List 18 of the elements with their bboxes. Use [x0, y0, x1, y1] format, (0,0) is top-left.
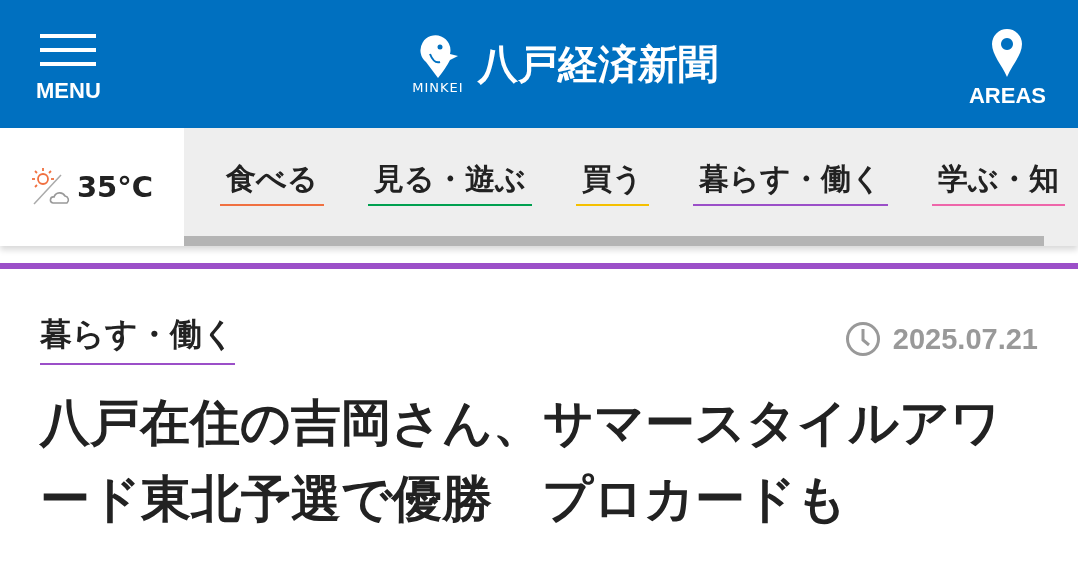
nav-tab[interactable]: 見る・遊ぶ — [368, 162, 532, 206]
nav-tab[interactable]: 食べる — [220, 162, 324, 206]
nav-tab[interactable]: 暮らす・働く — [693, 162, 888, 206]
nav-tab[interactable]: 学ぶ・知 — [932, 162, 1065, 206]
menu-button[interactable]: MENU — [36, 34, 101, 104]
article-title: 八戸在住の吉岡さん、サマースタイルアワード東北予選で優勝 プロカードも — [40, 393, 1002, 530]
category-link[interactable]: 暮らす・働く — [40, 313, 235, 365]
location-pin-icon — [992, 29, 1023, 77]
menu-icon — [40, 34, 97, 66]
site-logo[interactable]: MINKEI 八戸経済新聞 — [412, 33, 718, 95]
temperature: 35°C — [76, 170, 154, 204]
bird-icon — [417, 33, 458, 78]
clock-icon — [844, 321, 881, 357]
nav-tab[interactable]: 買う — [576, 162, 649, 206]
areas-button[interactable]: AREAS — [969, 29, 1046, 109]
publish-date: 2025.07.21 — [892, 322, 1038, 356]
sun-cloud-icon — [30, 167, 71, 207]
scrollbar[interactable] — [184, 236, 1044, 246]
